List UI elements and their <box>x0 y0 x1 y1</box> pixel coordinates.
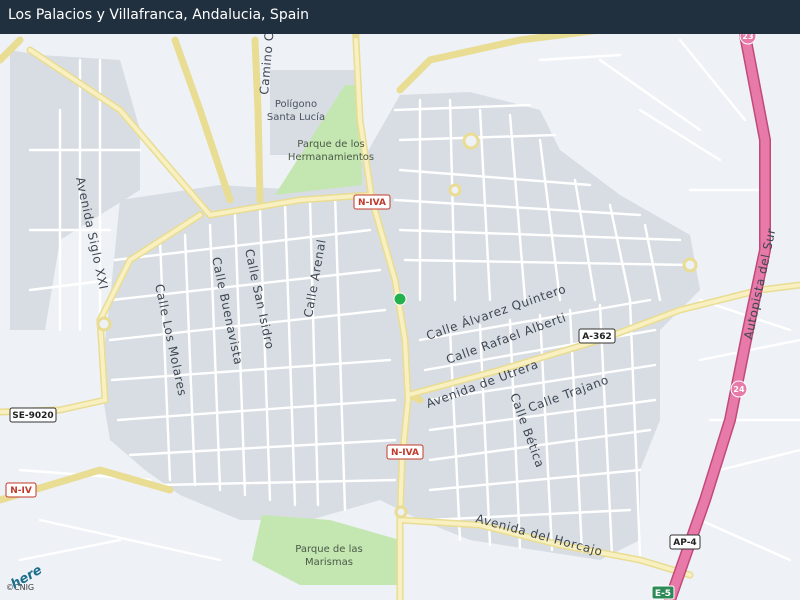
shield-n-iva-top: N-IVA <box>353 194 391 210</box>
svg-text:A-362: A-362 <box>582 332 612 342</box>
svg-text:E-5: E-5 <box>655 589 671 599</box>
shield-ap-4: AP-4 <box>669 534 701 550</box>
shield-n-iv: N-IV <box>5 482 37 498</box>
location-title: Los Palacios y Villafranca, Andalucia, S… <box>8 7 310 23</box>
shield-se-9020: SE-9020 <box>9 407 57 423</box>
svg-text:N-IV: N-IV <box>10 486 32 496</box>
shield-e-5: E-5 <box>651 585 675 600</box>
map-canvas[interactable]: Polígono Santa Lucía Parque de los Herma… <box>0 0 800 600</box>
svg-text:24: 24 <box>733 385 745 394</box>
shield-a-362: A-362 <box>578 328 616 344</box>
label-parque-hermanamientos-2: Hermanamientos <box>288 152 374 163</box>
svg-text:SE-9020: SE-9020 <box>12 411 53 421</box>
label-parque-marismas: Parque de las <box>295 544 362 555</box>
title-bar: Los Palacios y Villafranca, Andalucia, S… <box>0 0 800 34</box>
label-parque-hermanamientos: Parque de los <box>297 139 364 150</box>
svg-text:N-IVA: N-IVA <box>358 198 386 208</box>
svg-text:AP-4: AP-4 <box>673 538 696 548</box>
label-parque-marismas-2: Marismas <box>305 557 353 568</box>
label-poligono-2: Santa Lucía <box>267 111 325 123</box>
shield-route-24: 24 <box>730 380 748 398</box>
location-marker[interactable] <box>393 292 407 306</box>
svg-text:N-IVA: N-IVA <box>391 448 419 458</box>
attribution: here ©CNIG <box>6 563 45 593</box>
label-poligono: Polígono <box>275 98 317 110</box>
shield-n-iva-bottom: N-IVA <box>386 444 424 460</box>
